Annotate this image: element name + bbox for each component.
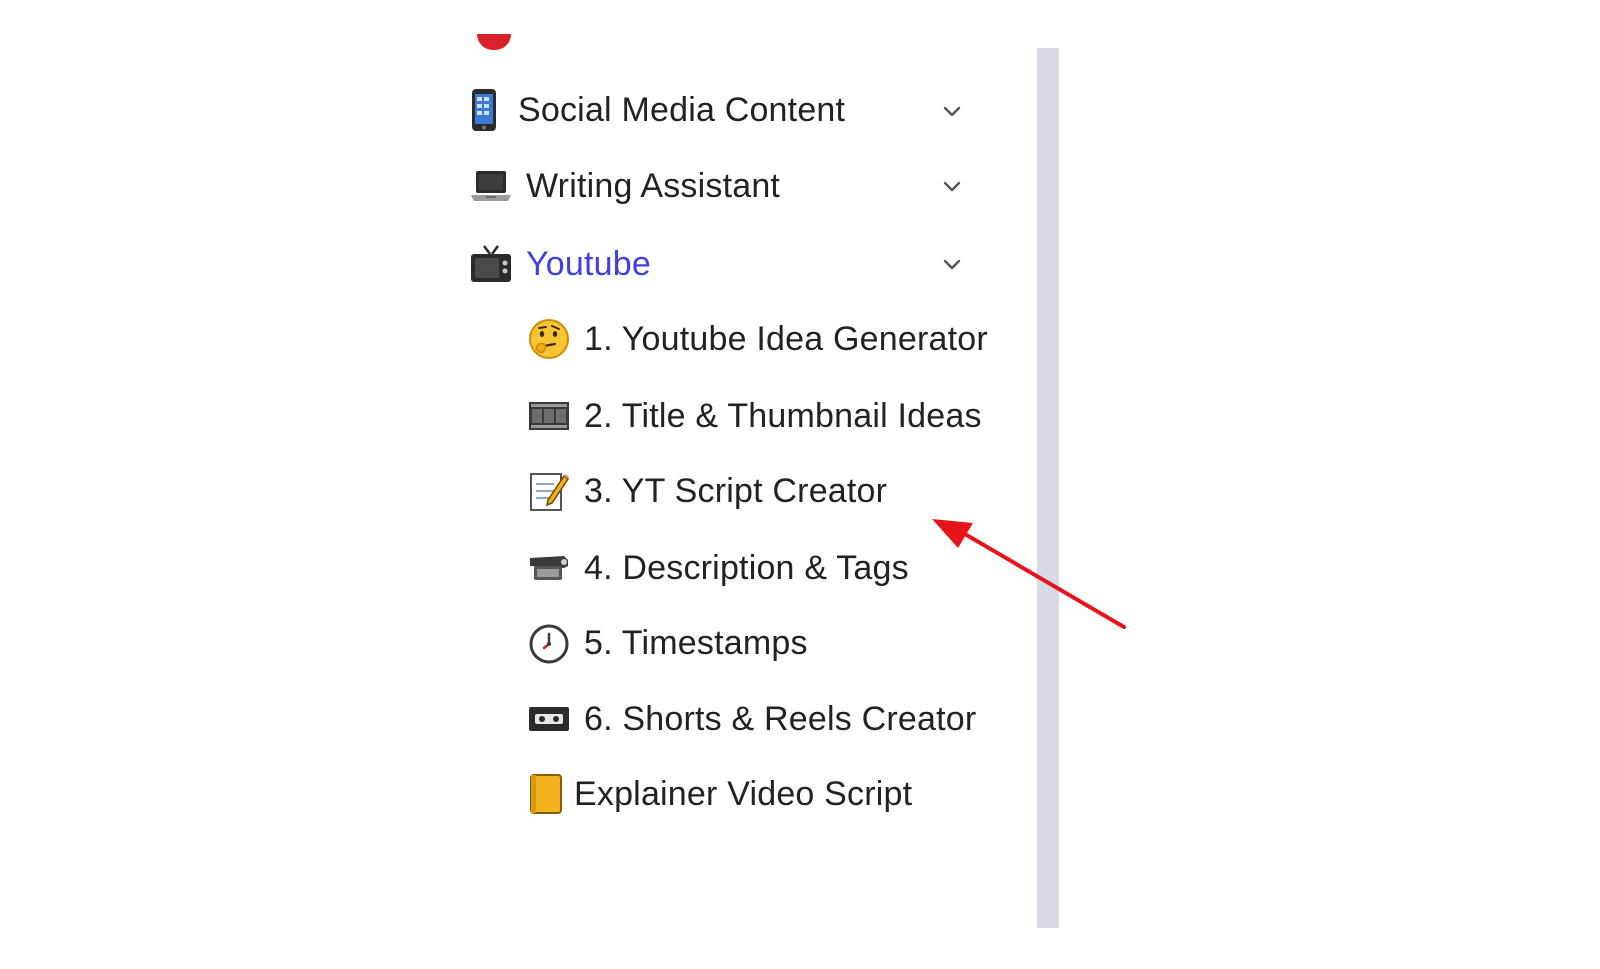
sidebar-section-writing-assistant[interactable]: Writing Assistant [470, 158, 780, 214]
sidebar-subitem-explainer-video-script[interactable]: Explainer Video Script [528, 766, 912, 822]
chevron-down-icon[interactable] [940, 174, 964, 198]
sidebar-subitem-label: 3. YT Script Creator [584, 471, 888, 510]
stopwatch-icon [528, 622, 570, 664]
sidebar-section-youtube[interactable]: Youtube [470, 236, 651, 292]
sidebar-subitem-label: 2. Title & Thumbnail Ideas [584, 396, 982, 435]
sidebar-subitem-label: Explainer Video Script [574, 774, 913, 813]
sidebar-subitem-title-thumbnail-ideas[interactable]: 2. Title & Thumbnail Ideas [528, 388, 982, 444]
chevron-down-icon[interactable] [940, 99, 964, 123]
sidebar-section-label: Writing Assistant [526, 166, 781, 205]
chevron-down-icon[interactable] [940, 252, 964, 276]
sidebar-subitem-youtube-idea-generator[interactable]: 1. Youtube Idea Generator [528, 311, 988, 367]
projector-icon [528, 547, 570, 589]
sidebar-subitem-shorts-reels-creator[interactable]: 6. Shorts & Reels Creator [528, 691, 976, 747]
scrollbar-track[interactable] [1037, 48, 1059, 928]
sidebar-subitem-label: 5. Timestamps [584, 623, 808, 662]
sidebar-subitem-label: 6. Shorts & Reels Creator [584, 699, 977, 738]
sidebar-subitem-label: 1. Youtube Idea Generator [584, 319, 988, 358]
memo-icon [528, 470, 570, 512]
sidebar-subitem-description-tags[interactable]: 4. Description & Tags [528, 540, 909, 596]
videocassette-icon [528, 698, 570, 740]
sidebar-section-social-media-content[interactable]: Social Media Content [470, 82, 845, 138]
sidebar-subitem-yt-script-creator[interactable]: 3. YT Script Creator [528, 463, 887, 519]
sidebar-section-label: Social Media Content [518, 90, 846, 129]
television-icon [470, 243, 512, 285]
screenshot-stage: Social Media Content Writing Assistant Y… [0, 0, 1600, 969]
sidebar-section-label: Youtube [526, 244, 651, 283]
sidebar-subitem-timestamps[interactable]: 5. Timestamps [528, 615, 808, 671]
sidebar-subitem-label: 4. Description & Tags [584, 548, 909, 587]
mobile-phone-icon [470, 89, 498, 131]
laptop-icon [470, 165, 512, 207]
notebook-icon [528, 773, 564, 815]
thinking-face-icon [528, 318, 570, 360]
film-frames-icon [528, 395, 570, 437]
